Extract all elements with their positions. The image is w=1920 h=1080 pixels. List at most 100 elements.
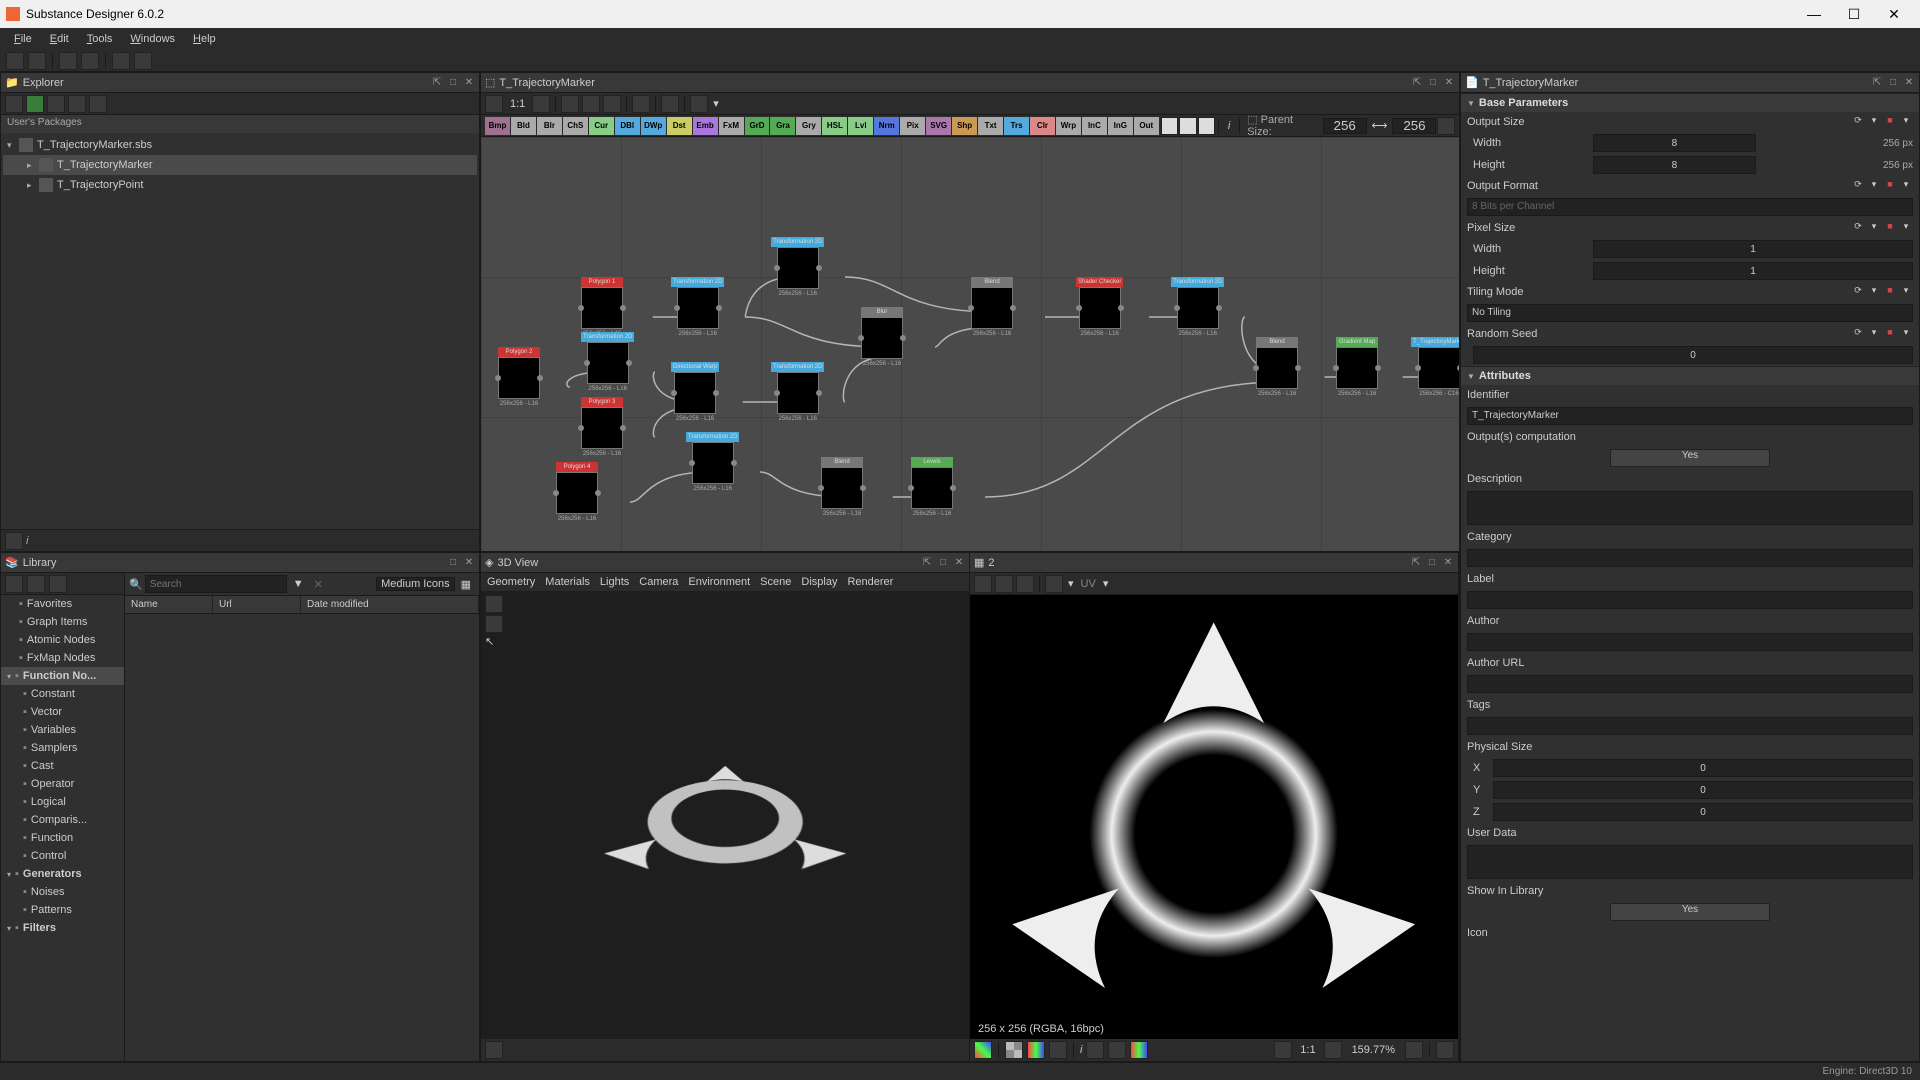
more-icon[interactable]: ▾ — [1899, 285, 1913, 299]
menu-icon[interactable]: ▾ — [1867, 221, 1881, 235]
tags-input[interactable] — [1467, 717, 1913, 735]
show-library-button[interactable]: Yes — [1610, 903, 1770, 921]
output-width-input[interactable] — [1593, 134, 1756, 152]
info-icon[interactable]: i — [1222, 120, 1236, 132]
refresh2-icon[interactable] — [68, 95, 86, 113]
folder-icon[interactable] — [49, 575, 67, 593]
phys-y-input[interactable] — [1493, 781, 1913, 799]
category-input[interactable] — [1467, 549, 1913, 567]
rgb-icon[interactable] — [974, 1041, 992, 1059]
view3d-menu-scene[interactable]: Scene — [760, 576, 791, 588]
category-ing[interactable]: InG — [1108, 117, 1133, 135]
menu-icon[interactable]: ▾ — [1867, 115, 1881, 129]
category-gra[interactable]: Gra — [770, 117, 795, 135]
phys-z-input[interactable] — [1493, 803, 1913, 821]
expand-icon[interactable]: ▸ — [27, 160, 39, 171]
category-wrp[interactable]: Wrp — [1056, 117, 1081, 135]
category-clr[interactable]: Clr — [1030, 117, 1055, 135]
graph-node[interactable]: Transformation 2D256x256 - L16 — [1171, 277, 1224, 337]
base-parameters-section[interactable]: Base Parameters — [1461, 93, 1919, 112]
minimize-button[interactable]: — — [1794, 0, 1834, 28]
dock-icon[interactable]: ⇱ — [1410, 557, 1422, 569]
category-cur[interactable]: Cur — [589, 117, 614, 135]
menu-file[interactable]: File — [6, 31, 40, 47]
col-name[interactable]: Name — [125, 596, 213, 613]
zoom-icon[interactable] — [532, 95, 550, 113]
explorer-tree[interactable]: ▾ T_TrajectoryMarker.sbs ▸ T_TrajectoryM… — [1, 133, 479, 529]
uv-label[interactable]: UV — [1077, 578, 1100, 590]
undo-icon[interactable] — [112, 52, 130, 70]
channels-icon[interactable] — [1027, 1041, 1045, 1059]
close-icon[interactable]: ✕ — [1903, 77, 1915, 89]
inherit-icon[interactable]: ⟳ — [1851, 285, 1865, 299]
gear-icon[interactable] — [690, 95, 708, 113]
inherit-icon[interactable]: ⟳ — [1851, 179, 1865, 193]
author-input[interactable] — [1467, 633, 1913, 651]
save-all-icon[interactable] — [81, 52, 99, 70]
close-button[interactable]: ✕ — [1874, 0, 1914, 28]
category-dbl[interactable]: DBl — [615, 117, 640, 135]
library-category[interactable]: ▪Operator — [1, 775, 124, 793]
library-category[interactable]: ▪Noises — [1, 883, 124, 901]
category-chs[interactable]: ChS — [563, 117, 588, 135]
zoom2d-icon[interactable] — [1324, 1041, 1342, 1059]
checker-icon[interactable] — [1005, 1041, 1023, 1059]
graph-node[interactable]: Transformation 2D256x256 - L16 — [686, 432, 739, 492]
close-icon[interactable]: ✕ — [1442, 557, 1454, 569]
graph-canvas[interactable]: Polygon 1256x256 - L16Transformation 2D2… — [481, 137, 1459, 551]
menu-tools[interactable]: Tools — [79, 31, 121, 47]
view3d-menu-geometry[interactable]: Geometry — [487, 576, 535, 588]
output-format-select[interactable]: 8 Bits per Channel — [1467, 198, 1913, 216]
ruler-icon[interactable] — [1436, 1041, 1454, 1059]
arrow-icon[interactable]: ↖ — [485, 635, 503, 653]
library-category[interactable]: ▪Atomic Nodes — [1, 631, 124, 649]
graph-node[interactable]: Levels256x256 - L16 — [911, 457, 953, 517]
category-out[interactable]: Out — [1134, 117, 1159, 135]
comment-icon[interactable] — [1161, 117, 1178, 135]
parent-size-h[interactable] — [1392, 118, 1436, 134]
grid-icon[interactable] — [561, 95, 579, 113]
view3d-menu-lights[interactable]: Lights — [600, 576, 629, 588]
seed-input[interactable] — [1473, 346, 1913, 364]
graph-node[interactable]: Transformation 2D256x256 - L16 — [771, 237, 824, 297]
library-category[interactable]: ▪Function — [1, 829, 124, 847]
zoom-in-icon[interactable] — [1405, 1041, 1423, 1059]
library-category[interactable]: ▪Vector — [1, 703, 124, 721]
pin-icon[interactable] — [1198, 117, 1215, 135]
library-category[interactable]: ▪Patterns — [1, 901, 124, 919]
library-category[interactable]: ▪Generators — [1, 865, 124, 883]
inherit-icon[interactable]: ⟳ — [1851, 327, 1865, 341]
category-blr[interactable]: Blr — [537, 117, 562, 135]
save2d-icon[interactable] — [995, 575, 1013, 593]
clear-icon[interactable]: ✕ — [310, 578, 327, 591]
output-height-input[interactable] — [1593, 156, 1756, 174]
category-emb[interactable]: Emb — [693, 117, 718, 135]
grid3d-icon[interactable] — [485, 615, 503, 633]
graph-node[interactable]: Blend256x256 - L16 — [821, 457, 863, 517]
library-category[interactable]: ▪Graph Items — [1, 613, 124, 631]
close-icon[interactable]: ✕ — [463, 557, 475, 569]
inherit-icon[interactable]: ⟳ — [1851, 115, 1865, 129]
category-hsl[interactable]: HSL — [822, 117, 847, 135]
graph-node[interactable]: Polygon 2256x256 - L16 — [498, 347, 540, 407]
tile-icon[interactable] — [974, 575, 992, 593]
category-bld[interactable]: Bld — [511, 117, 536, 135]
more-icon[interactable]: ▾ — [1899, 327, 1913, 341]
reset-icon[interactable]: ■ — [1883, 285, 1897, 299]
phys-x-input[interactable] — [1493, 759, 1913, 777]
category-dst[interactable]: Dst — [667, 117, 692, 135]
dock-icon[interactable]: ⇱ — [1871, 77, 1883, 89]
info-icon[interactable] — [5, 532, 23, 550]
view3d-menu-environment[interactable]: Environment — [688, 576, 750, 588]
float-icon[interactable]: □ — [447, 557, 459, 569]
label-input[interactable] — [1467, 591, 1913, 609]
pixel-height-input[interactable] — [1593, 262, 1913, 280]
redo-icon[interactable] — [134, 52, 152, 70]
view2d-viewport[interactable]: 256 x 256 (RGBA, 16bpc) — [970, 595, 1458, 1039]
float-icon[interactable]: □ — [937, 557, 949, 569]
category-lvl[interactable]: Lvl — [848, 117, 873, 135]
add-icon[interactable] — [5, 575, 23, 593]
parent-size-w[interactable] — [1323, 118, 1367, 134]
view-mode-icon[interactable]: ▦ — [457, 578, 475, 591]
fit-icon[interactable] — [485, 95, 503, 113]
